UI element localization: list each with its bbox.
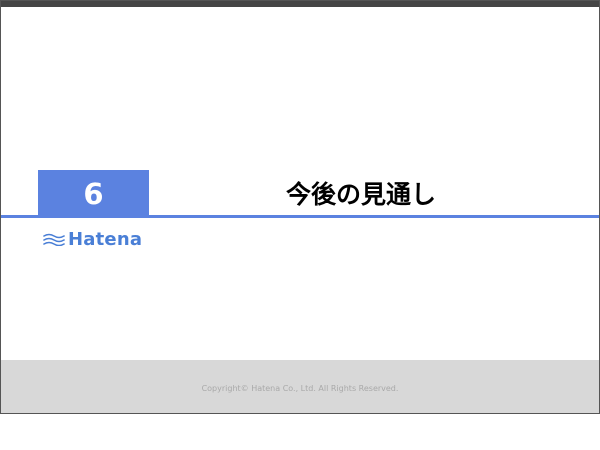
copyright-text: Copyright© Hatena Co., Ltd. All Rights R… (201, 384, 399, 393)
top-bar (1, 1, 599, 7)
section-number-box: 6 (38, 170, 149, 217)
hatena-logo: Hatena (43, 228, 142, 250)
section-number: 6 (83, 176, 104, 211)
hatena-logo-icon (43, 233, 65, 246)
section-title: 今後の見通し (285, 180, 436, 209)
section-divider (1, 215, 599, 218)
slide: 6 今後の見通し Hatena Copyright© Hatena Co., L… (0, 0, 600, 414)
logo-text: Hatena (68, 228, 143, 250)
